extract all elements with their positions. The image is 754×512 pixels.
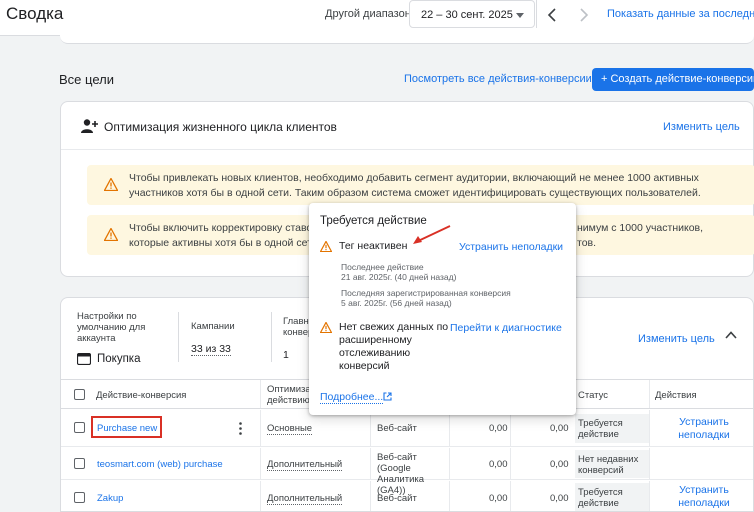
column-header-status[interactable]: Статус: [578, 390, 608, 401]
status-cell[interactable]: Требуется действие: [575, 414, 649, 443]
optimization-value[interactable]: Основные: [267, 423, 313, 435]
campaigns-label: Кампании: [191, 321, 235, 332]
column-divider: [260, 448, 261, 479]
row-checkbox[interactable]: [74, 422, 85, 433]
warning-text-part: Чтобы включить корректировку ставок: [129, 222, 317, 234]
primary-conversion-label: Главна конвер: [283, 316, 315, 338]
goal-name: Покупка: [97, 353, 141, 365]
edit-goal-link[interactable]: Изменить цель: [663, 121, 740, 133]
column-divider: [260, 380, 261, 408]
fix-issues-link[interactable]: Устранить неполадки: [663, 484, 745, 510]
warning-text: нимум с 1000 участников, тов.: [577, 221, 747, 251]
chevron-left-icon: [547, 8, 556, 22]
divider: [271, 312, 272, 362]
column-header-optimization[interactable]: Оптимизация действию: [267, 384, 327, 406]
table-row: Zakup Дополнительный Веб-сайт 0,00 0,00 …: [61, 481, 753, 511]
issue-tag-inactive: Тег неактивен: [339, 240, 408, 252]
column-divider: [370, 448, 371, 479]
column-divider: [370, 481, 371, 511]
column-header-actions: Действия: [655, 390, 697, 401]
page-title: Сводка: [6, 4, 64, 23]
column-divider: [649, 380, 650, 408]
date-range-value: 22 – 30 сент. 2025: [421, 9, 513, 21]
campaigns-count[interactable]: 33 из 33: [191, 343, 231, 356]
date-range-picker[interactable]: 22 – 30 сент. 2025: [409, 0, 535, 28]
chevron-up-icon[interactable]: [725, 331, 737, 339]
metric-value: 0,00: [550, 423, 569, 434]
warning-icon: [320, 241, 332, 252]
column-divider: [449, 410, 450, 446]
warning-text: Чтобы привлекать новых клиентов, необход…: [129, 172, 701, 199]
fix-issues-link[interactable]: Устранить неполадки: [663, 416, 745, 442]
goal-title: Оптимизация жизненного цикла клиентов: [104, 120, 337, 134]
column-divider: [449, 448, 450, 479]
divider: [178, 312, 179, 362]
warning-icon: [320, 322, 332, 333]
column-divider: [449, 481, 450, 511]
view-all-conversions-link[interactable]: Посмотреть все действия-конверсии: [404, 73, 592, 85]
last-conversion-value: 5 авг. 2025г. (56 дней назад): [341, 298, 452, 308]
goal-card-header: Оптимизация жизненного цикла клиентов Из…: [61, 102, 753, 150]
account-default-label: Настройки по умолчанию для аккаунта: [77, 311, 146, 344]
optimization-value[interactable]: Дополнительный: [267, 459, 343, 471]
primary-conversion-count: 1: [283, 349, 289, 361]
nav-divider: [536, 0, 537, 28]
column-divider: [510, 410, 511, 446]
previous-period-button[interactable]: [541, 4, 563, 26]
conversion-name-link[interactable]: Zakup: [97, 493, 123, 504]
cart-icon: [77, 353, 91, 365]
column-divider: [510, 448, 511, 479]
metric-value: 0,00: [489, 493, 508, 504]
column-divider: [260, 410, 261, 446]
show-last-30-days-link[interactable]: Показать данные за последние 30: [607, 8, 754, 20]
column-divider: [510, 481, 511, 511]
dropdown-caret-icon: [516, 13, 524, 18]
chevron-right-icon: [580, 8, 589, 22]
section-title: Все цели: [59, 72, 114, 87]
more-vert-icon[interactable]: [239, 422, 242, 435]
metric-value: 0,00: [550, 493, 569, 504]
metric-value: 0,00: [550, 459, 569, 470]
issue-no-enhanced-data: Нет свежих данных по расширенному отслеж…: [339, 321, 449, 372]
source-value: Веб-сайт: [377, 423, 417, 434]
go-to-diagnostics-link[interactable]: Перейти к диагностике: [450, 322, 562, 334]
row-checkbox[interactable]: [74, 458, 85, 469]
metric-value: 0,00: [489, 423, 508, 434]
fix-issues-link[interactable]: Устранить неполадки: [459, 241, 563, 253]
column-divider: [649, 448, 650, 479]
next-period-button[interactable]: [573, 4, 595, 26]
warning-text: Чтобы включить корректировку ставок кото…: [129, 221, 329, 251]
status-cell[interactable]: Нет недавних конверсий: [575, 450, 649, 478]
highlight-annotation: [91, 416, 162, 438]
warning-icon: [104, 178, 118, 191]
warning-banner: Чтобы привлекать новых клиентов, необход…: [87, 165, 754, 205]
metric-value: 0,00: [489, 459, 508, 470]
column-divider: [370, 410, 371, 446]
status-cell[interactable]: Требуется действие: [575, 483, 649, 511]
conversion-name-link[interactable]: teosmart.com (web) purchase: [97, 459, 223, 470]
learn-more-link[interactable]: Подробнее...: [320, 391, 384, 404]
table-row: teosmart.com (web) purchase Дополнительн…: [61, 448, 753, 496]
summary-card-bottom: [60, 30, 754, 44]
source-value: Веб-сайт: [377, 493, 417, 504]
last-activity-value: 21 авг. 2025г. (40 дней назад): [341, 272, 457, 282]
row-checkbox[interactable]: [74, 492, 85, 503]
column-divider: [649, 410, 650, 446]
warning-text-part: нимум с 1000 участников,: [577, 222, 704, 234]
column-header-action[interactable]: Действие-конверсия: [96, 390, 186, 401]
person-add-icon: [81, 119, 98, 133]
external-link-icon: [383, 392, 392, 401]
column-divider: [260, 481, 261, 511]
warning-icon: [104, 228, 118, 241]
table-row: Purchase new Основные Веб-сайт 0,00 0,00…: [61, 410, 753, 447]
edit-goal-link[interactable]: Изменить цель: [638, 333, 715, 345]
warning-text-part: которые активны хотя бы в одной сети.: [129, 237, 321, 249]
annotation-arrow: [413, 225, 451, 244]
create-conversion-button[interactable]: + Создать действие-конверсию: [592, 68, 754, 91]
warning-text-part: тов.: [577, 237, 597, 249]
date-range-label: Другой диапазон: [325, 8, 411, 20]
select-all-checkbox[interactable]: [74, 389, 85, 400]
optimization-value[interactable]: Дополнительный: [267, 493, 343, 505]
column-divider: [649, 481, 650, 511]
